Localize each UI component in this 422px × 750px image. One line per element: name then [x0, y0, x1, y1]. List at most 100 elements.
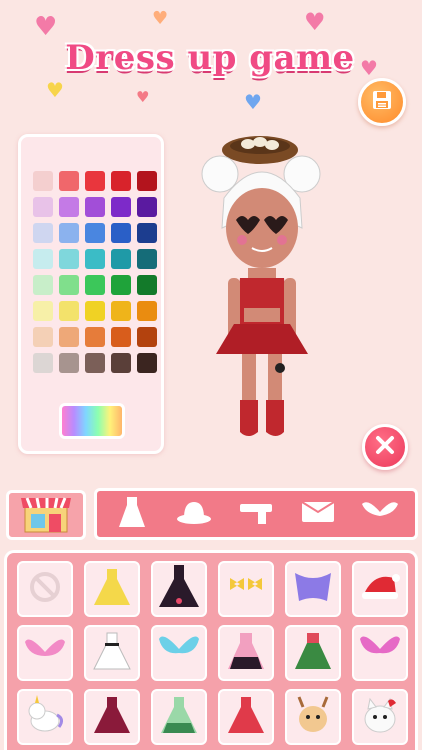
color-swatch[interactable]	[59, 197, 79, 217]
item-slot[interactable]	[218, 689, 274, 745]
item-slot[interactable]	[285, 561, 341, 617]
color-swatch[interactable]	[85, 275, 105, 295]
item-slot[interactable]	[17, 689, 73, 745]
item-slot[interactable]	[17, 561, 73, 617]
tab-hat[interactable]	[170, 494, 218, 534]
purple-cape-icon	[291, 569, 335, 609]
color-swatch[interactable]	[33, 197, 53, 217]
shop-storefront-icon	[19, 492, 73, 538]
color-swatch[interactable]	[111, 275, 131, 295]
color-swatch[interactable]	[85, 249, 105, 269]
item-slot[interactable]	[84, 625, 140, 681]
color-swatch[interactable]	[137, 223, 157, 243]
item-slot[interactable]	[84, 689, 140, 745]
tab-wings[interactable]	[356, 494, 404, 534]
item-slot[interactable]	[84, 561, 140, 617]
rainbow-swatch-icon[interactable]	[59, 403, 125, 439]
scarf-icon	[238, 498, 274, 530]
deer-pet-icon	[293, 695, 333, 739]
item-slot[interactable]	[151, 625, 207, 681]
close-x-icon	[374, 434, 396, 460]
color-swatch[interactable]	[33, 301, 53, 321]
color-swatch[interactable]	[85, 197, 105, 217]
color-palette-panel	[18, 134, 164, 454]
color-swatch[interactable]	[33, 249, 53, 269]
color-swatch[interactable]	[137, 249, 157, 269]
dress-icon	[117, 495, 147, 533]
color-swatch[interactable]	[33, 171, 53, 191]
heart-icon: ♥	[304, 8, 326, 36]
hat-icon	[176, 498, 212, 530]
color-swatch[interactable]	[137, 353, 157, 373]
save-floppy-icon	[371, 89, 393, 115]
color-swatch[interactable]	[111, 301, 131, 321]
doll-character	[190, 128, 360, 448]
save-button[interactable]	[358, 78, 406, 126]
item-slot[interactable]	[285, 689, 341, 745]
unicorn-icon	[23, 695, 67, 739]
color-swatch[interactable]	[59, 327, 79, 347]
color-swatch[interactable]	[59, 275, 79, 295]
bag-icon	[300, 498, 336, 530]
red-dress-icon	[226, 693, 266, 741]
item-slot[interactable]	[218, 625, 274, 681]
item-slot[interactable]	[17, 625, 73, 681]
color-swatch[interactable]	[111, 197, 131, 217]
item-slot[interactable]	[352, 561, 408, 617]
color-swatch[interactable]	[85, 223, 105, 243]
color-swatch[interactable]	[137, 275, 157, 295]
color-swatch[interactable]	[59, 171, 79, 191]
app-title: Dress up game	[65, 38, 355, 78]
color-swatch[interactable]	[85, 301, 105, 321]
cat-pet-icon	[360, 695, 400, 739]
item-slot[interactable]	[352, 689, 408, 745]
pink-wings-icon	[23, 634, 67, 672]
item-slot[interactable]	[218, 561, 274, 617]
heart-icon: ♥	[136, 88, 150, 106]
burgundy-dress-icon	[92, 693, 132, 741]
tab-bag[interactable]	[294, 494, 342, 534]
color-swatch[interactable]	[137, 327, 157, 347]
color-swatch[interactable]	[137, 197, 157, 217]
color-swatch[interactable]	[59, 301, 79, 321]
color-swatch[interactable]	[59, 249, 79, 269]
delete-button[interactable]	[362, 424, 408, 470]
color-swatch[interactable]	[137, 171, 157, 191]
color-swatch[interactable]	[137, 301, 157, 321]
heart-icon: ♥	[244, 90, 262, 114]
color-swatch[interactable]	[111, 249, 131, 269]
color-swatch[interactable]	[59, 353, 79, 373]
white-dress-icon	[92, 629, 132, 677]
heart-icon: ♥	[360, 56, 378, 80]
item-slot[interactable]	[151, 689, 207, 745]
items-panel	[4, 550, 418, 750]
color-swatch[interactable]	[33, 327, 53, 347]
color-swatch[interactable]	[111, 353, 131, 373]
pink-black-dress-icon	[226, 629, 266, 677]
color-swatch[interactable]	[33, 275, 53, 295]
yellow-dress-icon	[92, 565, 132, 613]
item-slot[interactable]	[151, 561, 207, 617]
item-slot[interactable]	[352, 625, 408, 681]
color-swatch[interactable]	[85, 171, 105, 191]
color-swatch[interactable]	[85, 327, 105, 347]
green-dress-icon	[293, 629, 333, 677]
mint-dress-icon	[159, 693, 199, 741]
none-prohibited-icon	[28, 570, 62, 608]
color-swatch[interactable]	[59, 223, 79, 243]
tab-scarf[interactable]	[232, 494, 280, 534]
tab-dress[interactable]	[108, 494, 156, 534]
color-swatch[interactable]	[111, 171, 131, 191]
blue-wings-icon	[157, 631, 201, 675]
color-swatch[interactable]	[111, 223, 131, 243]
shop-button[interactable]	[6, 490, 86, 540]
color-swatch-grid	[33, 171, 157, 373]
black-gown-icon	[157, 563, 201, 615]
color-swatch[interactable]	[33, 223, 53, 243]
color-swatch[interactable]	[85, 353, 105, 373]
item-slot[interactable]	[285, 625, 341, 681]
color-swatch[interactable]	[33, 353, 53, 373]
heart-icon: ♥	[152, 8, 169, 29]
color-swatch[interactable]	[111, 327, 131, 347]
category-tab-bar	[94, 488, 418, 540]
